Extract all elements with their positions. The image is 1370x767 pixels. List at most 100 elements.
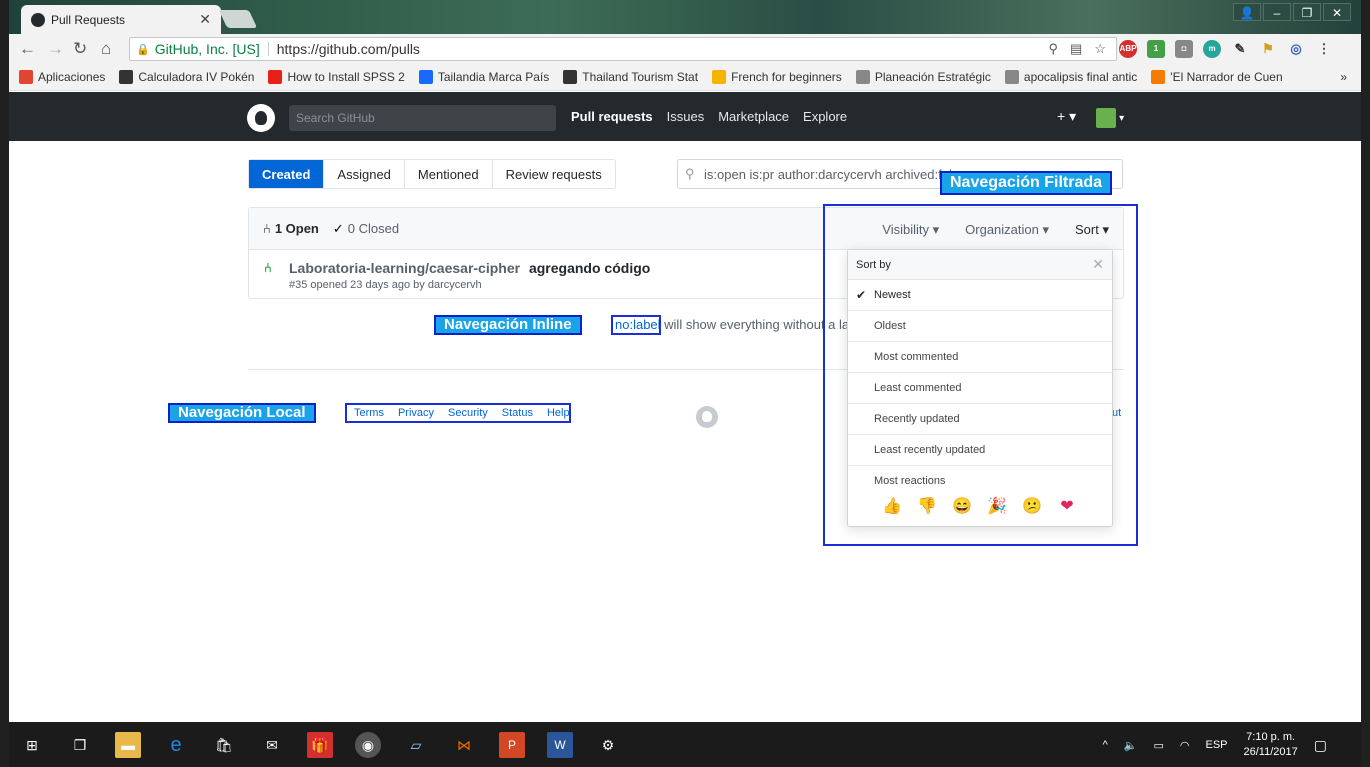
pr-name[interactable]: agregando código xyxy=(529,260,650,276)
power-icon xyxy=(119,70,134,84)
github-logo-icon[interactable] xyxy=(247,104,275,132)
pr-repo[interactable]: Laboratoria-learning/caesar-cipher xyxy=(289,260,520,276)
user-menu[interactable]: ▾ xyxy=(1096,108,1124,128)
browser-toolbar: ← → ↻ ⌂ 🔒 GitHub, Inc. [US] https://gith… xyxy=(9,34,1361,64)
windows-start-icon[interactable]: ⊞ xyxy=(19,732,45,758)
extension-icon[interactable]: 1 xyxy=(1147,40,1165,58)
nav-explore[interactable]: Explore xyxy=(803,109,847,124)
notifications-icon[interactable]: ▢ xyxy=(1314,737,1327,754)
new-tab-button[interactable] xyxy=(218,10,258,28)
bookmark-item[interactable]: Aplicaciones xyxy=(19,70,105,84)
more-bookmarks-button[interactable]: » xyxy=(1340,70,1347,84)
window-controls: 👤 – ❐ ✕ xyxy=(1233,3,1351,21)
volume-icon[interactable]: 🔈 xyxy=(1124,739,1138,752)
bookmark-item[interactable]: How to Install SPSS 2 xyxy=(268,70,405,84)
menu-icon[interactable]: ⋮ xyxy=(1315,40,1333,58)
bookmark-label: Planeación Estratégic xyxy=(874,70,991,84)
tab-strip: Pull Requests ✕ 👤 – ❐ ✕ xyxy=(9,0,1361,34)
bookmark-label: French for beginners xyxy=(731,70,842,84)
closed-filter[interactable]: ✓ 0 Closed xyxy=(333,221,399,237)
tab-assigned[interactable]: Assigned xyxy=(324,160,405,188)
address-bar[interactable]: 🔒 GitHub, Inc. [US] https://github.com/p… xyxy=(129,37,1117,61)
bookmark-star-icon[interactable]: ☆ xyxy=(1094,41,1106,57)
bookmark-item[interactable]: Calculadora IV Pokén xyxy=(119,70,254,84)
edge-icon[interactable]: e xyxy=(163,732,189,758)
pulls-subnav: Created Assigned Mentioned Review reques… xyxy=(248,159,616,189)
m-extension-icon[interactable]: m xyxy=(1203,40,1221,58)
tab-created[interactable]: Created xyxy=(249,160,325,188)
zoom-icon[interactable]: ⚲ xyxy=(1049,41,1059,57)
close-window-button[interactable]: ✕ xyxy=(1323,3,1351,21)
task-view-icon[interactable]: ❐ xyxy=(67,732,93,758)
language-indicator[interactable]: ESP xyxy=(1206,739,1228,751)
store-icon[interactable]: 🛍 xyxy=(211,732,237,758)
annotation-inline-label: Navegación Inline xyxy=(434,315,582,335)
bookmark-item[interactable]: 'El Narrador de Cuen xyxy=(1151,70,1283,84)
mail-icon[interactable]: ✉ xyxy=(259,732,285,758)
chevron-down-icon: ▾ xyxy=(1119,112,1125,124)
reload-icon[interactable]: ↻ xyxy=(73,39,87,59)
adblock-icon[interactable]: ABP xyxy=(1119,40,1137,58)
annotation-inline-outline xyxy=(611,315,661,335)
translate-icon[interactable]: ▤ xyxy=(1070,41,1082,57)
settings-gear-icon[interactable]: ⚙ xyxy=(595,732,621,758)
youtube-icon xyxy=(268,70,283,84)
tab-mentioned[interactable]: Mentioned xyxy=(405,160,493,188)
bookmark-item[interactable]: apocalipsis final antic xyxy=(1004,70,1137,84)
chrome-icon[interactable]: ◉ xyxy=(355,732,381,758)
tab-title: Pull Requests xyxy=(51,12,126,27)
powerpoint-icon[interactable]: P xyxy=(499,732,525,758)
nav-marketplace[interactable]: Marketplace xyxy=(718,109,789,124)
annotation-local-label: Navegación Local xyxy=(168,403,316,423)
pen-icon[interactable]: ✎ xyxy=(1231,40,1249,58)
file-explorer-icon[interactable]: ▬ xyxy=(115,732,141,758)
gift-icon[interactable]: 🎁 xyxy=(307,732,333,758)
home-icon[interactable]: ⌂ xyxy=(101,39,111,59)
browser-tab[interactable]: Pull Requests ✕ xyxy=(21,5,221,34)
drive-icon xyxy=(712,70,727,84)
profile-icon[interactable]: 👤 xyxy=(1233,3,1261,21)
nav-pull-requests[interactable]: Pull requests xyxy=(571,109,653,124)
sheet-icon xyxy=(563,70,578,84)
minimize-button[interactable]: – xyxy=(1263,3,1291,21)
chevron-up-icon[interactable]: ^ xyxy=(1103,739,1108,751)
bookmark-item[interactable]: Thailand Tourism Stat xyxy=(563,70,698,84)
back-icon[interactable]: ← xyxy=(19,39,36,59)
notes-icon[interactable]: ▱ xyxy=(403,732,429,758)
bookmark-label: Aplicaciones xyxy=(38,70,106,84)
pr-icon: ⑃ xyxy=(263,221,271,236)
extensions: ABP 1 ◘ m ✎ ⚑ ◎ ⋮ xyxy=(1119,40,1333,58)
nav-issues[interactable]: Issues xyxy=(667,109,705,124)
system-tray: ^ 🔈 ▭ ◠ ESP 7:10 p. m. 26/11/2017 ▢ xyxy=(1103,730,1327,760)
maximize-button[interactable]: ❐ xyxy=(1293,3,1321,21)
omnibox-separator xyxy=(267,42,269,56)
apps-grid-icon xyxy=(19,70,33,84)
flag-icon[interactable]: ⚑ xyxy=(1259,40,1277,58)
battery-icon[interactable]: ▭ xyxy=(1153,739,1163,752)
annotation-filtrada-outline xyxy=(823,204,1138,546)
forward-icon[interactable]: → xyxy=(47,39,64,59)
taskbar-apps: ⊞ ❐ ▬ e 🛍 ✉ 🎁 ◉ ▱ ⋈ P W ⚙ xyxy=(19,732,621,758)
search-input[interactable]: Search GitHub xyxy=(289,105,556,131)
open-filter[interactable]: ⑃ 1 Open xyxy=(263,221,319,236)
visual-studio-icon[interactable]: ⋈ xyxy=(451,732,477,758)
search-icon: ⚲ xyxy=(685,166,695,181)
lock-icon: 🔒 xyxy=(136,43,150,56)
clock-date: 26/11/2017 xyxy=(1243,746,1298,758)
swirl-icon[interactable]: ◎ xyxy=(1287,40,1305,58)
bookmark-label: Thailand Tourism Stat xyxy=(582,70,699,84)
github-favicon-icon xyxy=(31,12,45,27)
create-new-button[interactable]: + ▾ xyxy=(1057,108,1076,128)
close-tab-icon[interactable]: ✕ xyxy=(199,11,211,28)
footer-github-logo-icon[interactable] xyxy=(696,406,718,428)
bookmark-item[interactable]: Planeación Estratégic xyxy=(855,70,991,84)
word-icon[interactable]: W xyxy=(547,732,573,758)
tab-review-requests[interactable]: Review requests xyxy=(493,160,615,188)
clock[interactable]: 7:10 p. m. 26/11/2017 xyxy=(1244,730,1298,760)
screenshot-icon[interactable]: ◘ xyxy=(1175,40,1193,58)
page-icon xyxy=(855,70,870,84)
header-nav: Pull requests Issues Marketplace Explore xyxy=(571,109,847,124)
wifi-icon[interactable]: ◠ xyxy=(1180,739,1190,752)
bookmark-item[interactable]: Tailandia Marca País xyxy=(418,70,549,84)
bookmark-item[interactable]: French for beginners xyxy=(712,70,842,84)
